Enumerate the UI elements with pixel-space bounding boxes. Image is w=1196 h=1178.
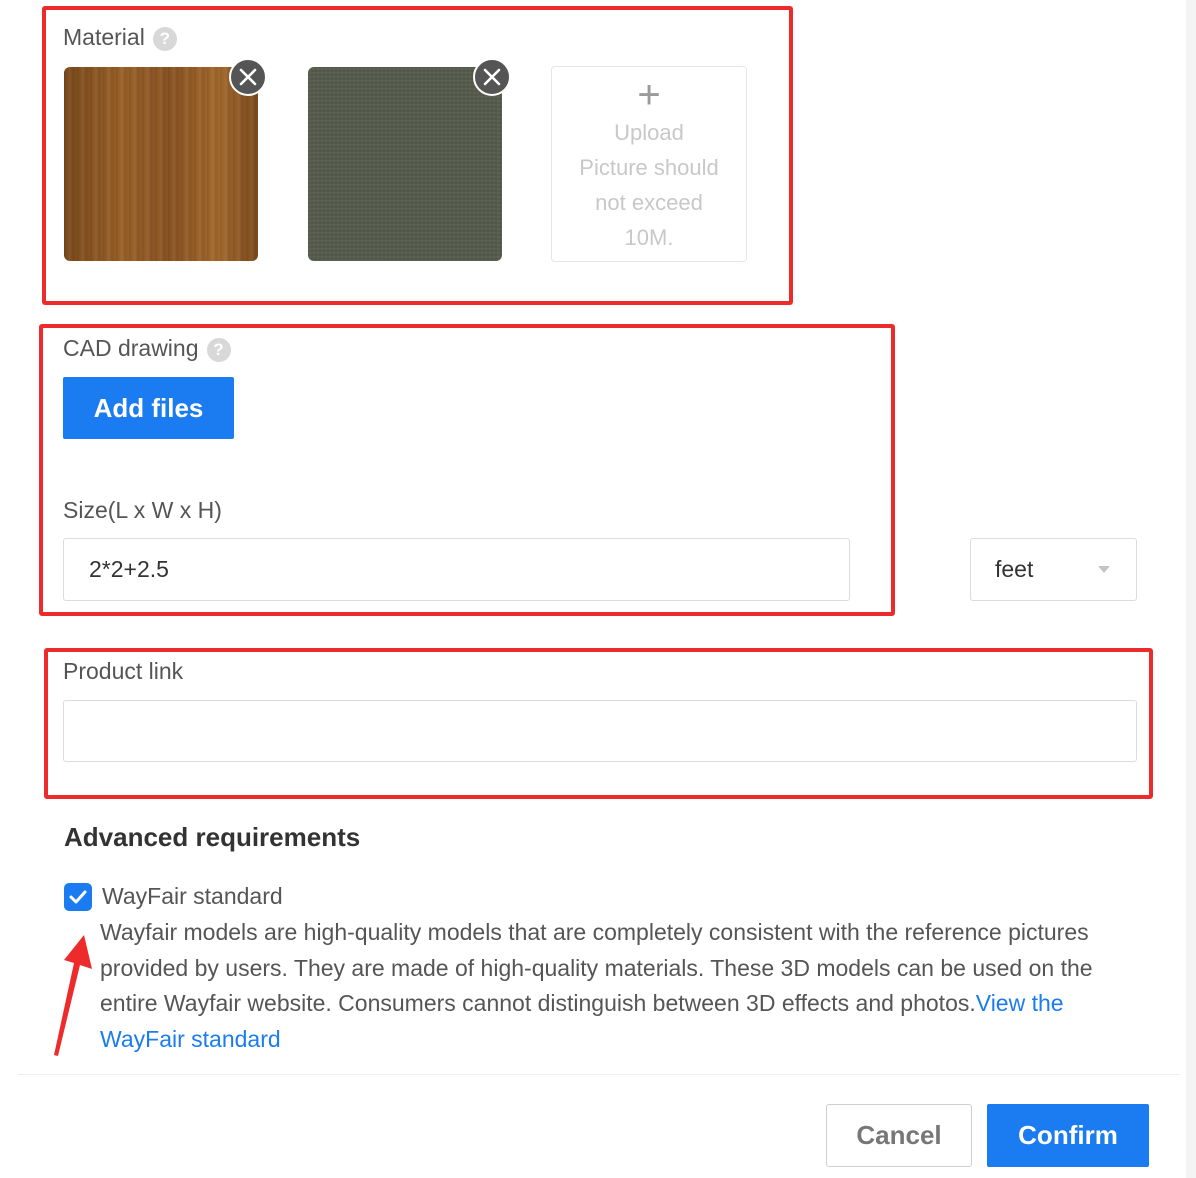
wayfair-description-text: Wayfair models are high-quality models t… — [100, 919, 1093, 1016]
footer-divider — [18, 1074, 1180, 1075]
scrollbar-track[interactable] — [1186, 0, 1196, 1178]
annotation-arrow — [54, 935, 92, 1056]
annotation-box-material — [42, 6, 793, 305]
wayfair-description: Wayfair models are high-quality models t… — [100, 915, 1140, 1057]
annotation-box-product-link — [44, 648, 1153, 799]
checkmark-icon — [69, 890, 87, 904]
unit-select[interactable]: feet — [970, 538, 1137, 601]
advanced-requirements-heading: Advanced requirements — [64, 822, 361, 852]
confirm-button[interactable]: Confirm — [987, 1104, 1149, 1167]
chevron-down-icon — [1098, 566, 1110, 573]
cancel-button[interactable]: Cancel — [826, 1104, 972, 1167]
unit-select-value: feet — [995, 556, 1034, 582]
wayfair-standard-label[interactable]: WayFair standard — [102, 883, 283, 910]
annotation-box-cad-size — [39, 324, 895, 616]
wayfair-standard-checkbox[interactable] — [64, 883, 92, 911]
